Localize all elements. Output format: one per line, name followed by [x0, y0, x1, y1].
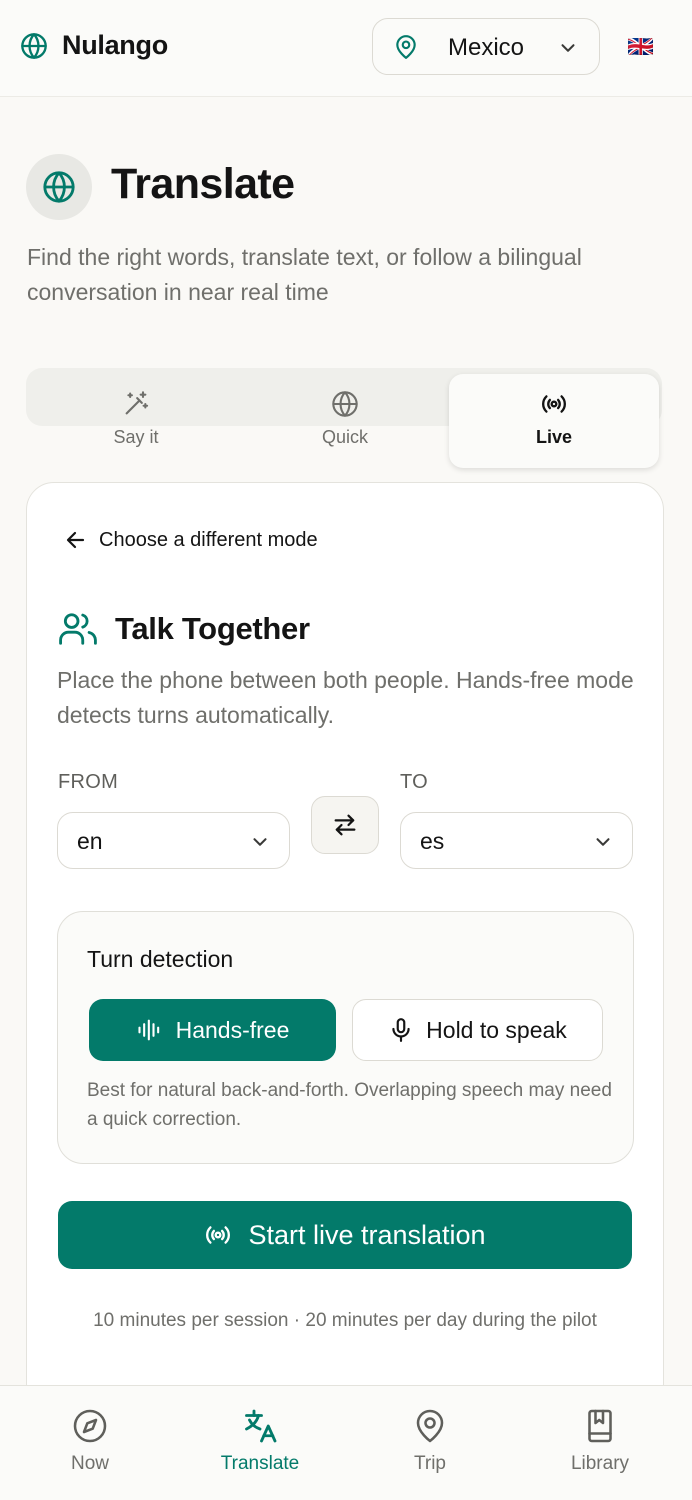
chevron-down-icon: [249, 831, 271, 853]
tab-label: Quick: [321, 427, 368, 447]
nav-label: Now: [70, 1453, 109, 1474]
hold-to-speak-label: Hold to speak: [426, 1016, 567, 1043]
tab-label: Live: [535, 427, 573, 447]
from-label: FROM: [58, 771, 119, 793]
book-icon: [582, 1408, 618, 1444]
brand[interactable]: Nulango: [20, 30, 168, 61]
turn-detection-title: Turn detection: [87, 946, 234, 972]
country-select[interactable]: Mexico: [372, 18, 600, 75]
nav-item-now[interactable]: Now: [15, 1408, 165, 1475]
tab-label: Say it: [113, 427, 159, 447]
map-pin-icon: [393, 33, 419, 61]
nav-item-trip[interactable]: Trip: [355, 1408, 505, 1475]
globe-icon: [20, 32, 48, 60]
tab-quick[interactable]: Quick: [240, 374, 450, 468]
tab-live[interactable]: Live: [449, 374, 659, 468]
globe-icon: [331, 390, 359, 418]
tab-say-it[interactable]: Say it: [31, 374, 241, 468]
from-language-value: en: [77, 828, 103, 854]
chevron-down-icon: [592, 831, 614, 853]
nav-label: Library: [570, 1453, 630, 1474]
country-value: Mexico: [448, 34, 525, 61]
compass-icon: [72, 1408, 108, 1444]
broadcast-icon: [204, 1221, 232, 1249]
swap-arrows-icon: [331, 811, 359, 839]
nav-item-translate[interactable]: Translate: [185, 1408, 335, 1475]
page-subtitle: Find the right words, translate text, or…: [27, 244, 582, 305]
translate-icon: [242, 1408, 278, 1444]
app-name: Nulango: [62, 30, 168, 60]
nav-label: Trip: [413, 1453, 447, 1474]
hold-to-speak-button[interactable]: Hold to speak: [352, 999, 603, 1061]
turn-detection-help: Best for natural back-and-forth. Overlap…: [87, 1080, 612, 1130]
section-title: Talk Together: [115, 611, 310, 646]
broadcast-icon: [540, 390, 568, 418]
nav-item-library[interactable]: Library: [525, 1408, 675, 1475]
to-language-value: es: [420, 828, 445, 854]
page-title: Translate: [111, 160, 295, 208]
start-label: Start live translation: [248, 1219, 486, 1250]
language-flag-icon[interactable]: 🇬🇧: [627, 38, 653, 55]
globe-icon: [42, 170, 76, 204]
back-label: Choose a different mode: [99, 528, 318, 551]
app-header: Nulango Mexico 🇬🇧: [0, 0, 692, 97]
hands-free-label: Hands-free: [175, 1016, 290, 1043]
from-language-select[interactable]: en: [57, 812, 290, 869]
to-language-select[interactable]: es: [400, 812, 633, 869]
to-label: TO: [400, 771, 429, 793]
start-live-translation-button[interactable]: Start live translation: [58, 1201, 632, 1269]
nav-label: Translate: [220, 1453, 300, 1474]
microphone-icon: [388, 1016, 414, 1044]
section-heading: Talk Together: [57, 610, 310, 648]
map-pin-icon: [412, 1408, 448, 1444]
page-icon: [26, 154, 92, 220]
magic-wand-icon: [122, 390, 150, 418]
audio-wave-icon: [136, 1016, 164, 1044]
section-description: Place the phone between both people. Han…: [57, 667, 634, 728]
arrow-left-icon: [64, 528, 88, 552]
users-icon: [57, 610, 99, 648]
choose-mode-link[interactable]: Choose a different mode: [64, 528, 318, 552]
chevron-down-icon: [557, 37, 579, 59]
swap-languages-button[interactable]: [311, 796, 379, 854]
hands-free-button[interactable]: Hands-free: [89, 999, 336, 1061]
session-quota-note: 10 minutes per session · 20 minutes per …: [93, 1310, 597, 1331]
